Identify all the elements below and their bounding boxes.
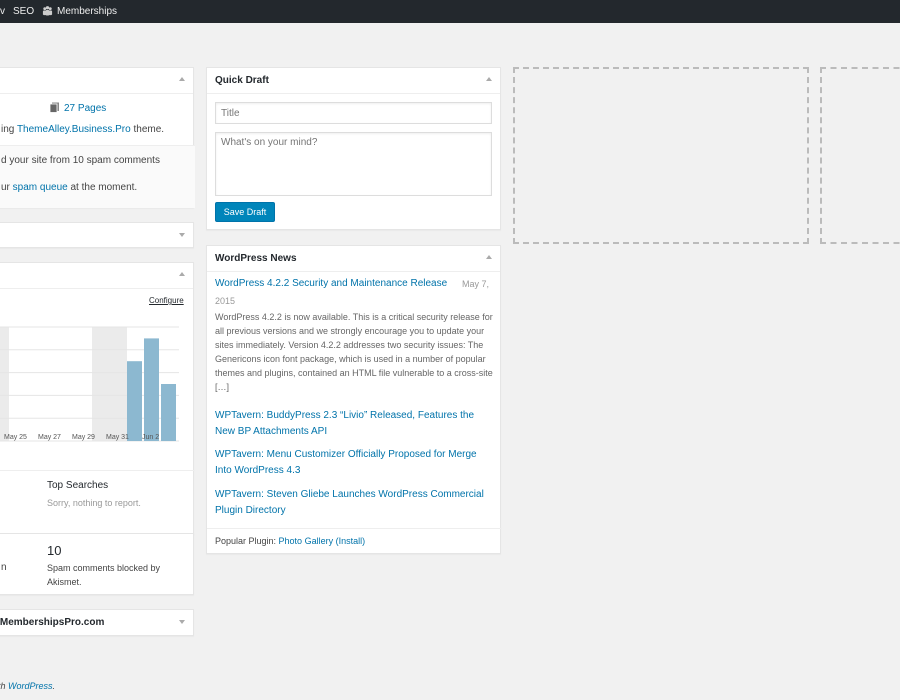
admin-bar-memberships-label: Memberships: [57, 6, 118, 17]
chart-bar: [144, 338, 159, 441]
wordpress-news-widget: WordPress News WordPress 4.2.2 Security …: [206, 245, 502, 554]
top-searches-title: Top Searches: [47, 480, 109, 491]
admin-bar-seo[interactable]: SEO: [13, 0, 34, 23]
x-tick-label: May 25: [4, 434, 27, 441]
x-tick-label: May 29: [72, 434, 95, 441]
admin-bar-memberships[interactable]: Memberships: [42, 0, 117, 23]
popular-plugin-link[interactable]: Photo Gallery: [279, 536, 334, 546]
news-title: WordPress News: [215, 253, 297, 264]
akismet-stats-partial-label: n: [1, 562, 7, 573]
spam-count: 10: [47, 543, 62, 558]
news-header: WordPress News: [207, 246, 500, 272]
at-a-glance-header: [0, 68, 193, 94]
collapse-toggle-icon[interactable]: [486, 77, 492, 81]
install-plugin-link[interactable]: (Install): [336, 536, 366, 546]
draft-content-textarea[interactable]: [215, 132, 492, 196]
spam-queue-link[interactable]: spam queue: [13, 182, 68, 193]
x-tick-label: Jun 2: [142, 434, 160, 441]
empty-widget-dropzone[interactable]: [820, 67, 900, 244]
popular-plugin-line: Popular Plugin: Photo Gallery (Install): [215, 536, 366, 546]
admin-bar: v SEO Memberships: [0, 0, 900, 23]
quick-draft-widget: Quick Draft Save Draft: [206, 67, 501, 230]
akismet-protection-text: d your site from 10 spam comments: [1, 155, 160, 166]
pages-count-label: 27 Pages: [64, 103, 107, 114]
spam-queue-text: ur spam queue at the moment.: [1, 182, 138, 193]
stats-divider: [0, 470, 195, 471]
memberships-widget: idMembershipsPro.com: [0, 609, 194, 636]
news-item-link[interactable]: WPTavern: BuddyPress 2.3 “Livio” Release…: [215, 408, 495, 440]
chart-bar: [161, 384, 176, 441]
collapsed-widget: [0, 222, 194, 248]
pages-count-link[interactable]: 27 Pages: [49, 102, 106, 114]
group-icon: [42, 6, 53, 16]
akismet-section: d your site from 10 spam comments ur spa…: [0, 145, 195, 208]
pages-icon: [49, 102, 59, 113]
expand-toggle-icon[interactable]: [179, 620, 185, 624]
news-excerpt: WordPress 4.2.2 is now available. This i…: [215, 312, 493, 392]
stats-header: [0, 263, 193, 289]
weekend-shade: [0, 327, 9, 441]
news-item-link[interactable]: WPTavern: Menu Customizer Officially Pro…: [215, 447, 495, 479]
quick-draft-header: Quick Draft: [207, 68, 500, 94]
chart-bar: [127, 361, 142, 441]
news-main-link[interactable]: WordPress 4.2.2 Security and Maintenance…: [215, 278, 447, 289]
wordpress-link[interactable]: WordPress: [8, 681, 53, 691]
expand-toggle-icon[interactable]: [179, 233, 185, 237]
draft-title-input[interactable]: [215, 102, 492, 124]
save-draft-button[interactable]: Save Draft: [215, 202, 275, 222]
memberships-widget-title: idMembershipsPro.com: [0, 617, 105, 628]
x-tick-label: May 31: [106, 434, 129, 441]
spam-count-label: Spam comments blocked by Akismet.: [47, 563, 161, 587]
admin-bar-partial-item[interactable]: v: [0, 0, 5, 23]
quick-draft-title: Quick Draft: [215, 75, 269, 86]
top-searches-empty: Sorry, nothing to report.: [47, 498, 141, 508]
footer-credit: th WordPress.: [0, 681, 56, 691]
collapse-toggle-icon[interactable]: [179, 272, 185, 276]
at-a-glance-widget: 27 Pages ing ThemeAlley.Business.Pro the…: [0, 67, 195, 208]
configure-link[interactable]: Configure: [149, 296, 184, 305]
empty-widget-dropzone[interactable]: [513, 67, 809, 244]
news-main-date-year: 2015: [215, 296, 236, 306]
collapse-toggle-icon[interactable]: [179, 77, 185, 81]
news-main-date: May 7,: [462, 279, 490, 289]
theme-link[interactable]: ThemeAlley.Business.Pro: [17, 124, 131, 135]
stats-widget: Configure Top Searches Sorry, nothing to…: [0, 262, 195, 534]
stats-chart: [0, 326, 179, 442]
akismet-stats-widget: n 10 Spam comments blocked by Akismet.: [0, 533, 194, 595]
news-item-link[interactable]: WPTavern: Steven Gliebe Launches WordPre…: [215, 487, 495, 519]
theme-line: ing ThemeAlley.Business.Pro theme.: [1, 124, 165, 135]
collapse-toggle-icon[interactable]: [486, 255, 492, 259]
weekend-shade: [92, 327, 127, 441]
x-tick-label: May 27: [38, 434, 61, 441]
news-divider: [207, 528, 502, 529]
